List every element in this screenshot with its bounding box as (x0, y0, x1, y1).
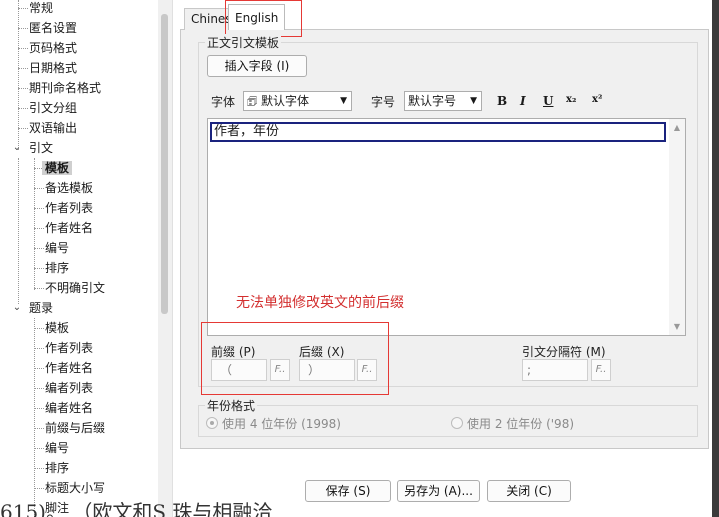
year-group-title: 年份格式 (205, 397, 258, 414)
tree-item-date-format[interactable]: 日期格式 (26, 58, 80, 78)
tree-item-citation-template[interactable]: 模板 (42, 158, 73, 178)
tree-item-bibliography[interactable]: 题录 (26, 298, 56, 318)
radio-2-digit-year[interactable] (451, 417, 463, 429)
tree-item-editor-name[interactable]: 编者姓名 (42, 398, 96, 418)
underline-button[interactable]: U (543, 94, 553, 108)
tree-item-journal-naming[interactable]: 期刊命名格式 (26, 78, 104, 98)
separator-input[interactable]: ; (522, 359, 588, 381)
tree-item-general[interactable]: 常规 (26, 0, 56, 18)
tree-item-title-case[interactable]: 标题大小写 (42, 478, 108, 498)
tree-item-citation[interactable]: 引文 (26, 138, 56, 158)
chevron-down-icon[interactable]: ⌄ (12, 302, 22, 313)
prefix-label: 前缀 (P) (211, 345, 256, 359)
font-icon: 🗊 (247, 95, 258, 108)
annotation-text: 无法单独修改英文的前后缀 (236, 295, 404, 311)
radio-2-digit-year-label: 使用 2 位年份 ('98) (467, 417, 575, 431)
separator-field-button[interactable]: F.. (591, 359, 611, 381)
tree-item-bib-author-list[interactable]: 作者列表 (42, 338, 96, 358)
window-edge (712, 0, 719, 517)
tree-item-bib-author-name[interactable]: 作者姓名 (42, 358, 96, 378)
tree-item-author-name[interactable]: 作者姓名 (42, 218, 96, 238)
subscript-button[interactable]: x₂ (566, 94, 576, 105)
size-select-value: 默认字号 (408, 94, 457, 108)
size-select[interactable]: 默认字号 ▼ (404, 91, 482, 111)
separator-label: 引文分隔符 (M) (522, 345, 606, 359)
bold-button[interactable]: B (497, 94, 507, 108)
superscript-button[interactable]: x² (592, 94, 602, 105)
suffix-input[interactable]: ） (299, 359, 355, 381)
suffix-label: 后缀 (X) (299, 345, 345, 359)
scroll-down-icon[interactable]: ▼ (669, 322, 685, 331)
radio-4-digit-year[interactable] (206, 417, 218, 429)
editor-text[interactable]: 作者，年份 (210, 122, 666, 142)
tree-item-alt-template[interactable]: 备选模板 (42, 178, 96, 198)
font-select[interactable]: 🗊 默认字体 ▼ (243, 91, 352, 111)
tree-line (34, 158, 35, 290)
tree-item-ambiguous[interactable]: 不明确引文 (42, 278, 108, 298)
background-document-text: 615)。 （欧文和S 珠与相融洽 (0, 500, 273, 517)
prefix-field-button[interactable]: F.. (270, 359, 290, 381)
tree-item-prefix-suffix[interactable]: 前缀与后缀 (42, 418, 108, 438)
radio-4-digit-year-label: 使用 4 位年份 (1998) (222, 417, 341, 431)
scroll-up-icon[interactable]: ▲ (669, 123, 685, 132)
tree-item-bilingual[interactable]: 双语输出 (26, 118, 80, 138)
tree-item-page-format[interactable]: 页码格式 (26, 38, 80, 58)
italic-button[interactable]: I (520, 94, 526, 108)
tree-scroll-thumb[interactable] (161, 14, 168, 314)
tree-item-citation-group[interactable]: 引文分组 (26, 98, 80, 118)
option-tree: 常规 匿名设置 页码格式 日期格式 期刊命名格式 引文分组 双语输出 ⌄ 引文 … (0, 0, 158, 517)
chevron-down-icon[interactable]: ⌄ (12, 142, 22, 153)
font-select-value: 默认字体 (261, 94, 310, 108)
tree-item-bib-numbering[interactable]: 编号 (42, 438, 72, 458)
chevron-down-icon: ▼ (340, 96, 347, 106)
tree-item-bib-template[interactable]: 模板 (42, 318, 72, 338)
template-group-title: 正文引文模板 (205, 34, 282, 51)
editor-scrollbar[interactable]: ▲ ▼ (669, 119, 685, 335)
annotation-box-tab (225, 0, 302, 37)
tree-item-anonymous[interactable]: 匿名设置 (26, 18, 80, 38)
tree-item-author-list[interactable]: 作者列表 (42, 198, 96, 218)
size-label: 字号 (371, 95, 396, 109)
tree-line (18, 158, 19, 304)
tree-item-sorting[interactable]: 排序 (42, 258, 72, 278)
suffix-field-button[interactable]: F.. (357, 359, 377, 381)
font-label: 字体 (211, 95, 236, 109)
tree-item-numbering[interactable]: 编号 (42, 238, 72, 258)
prefix-input[interactable]: （ (211, 359, 267, 381)
tree-scrollbar[interactable] (158, 0, 172, 517)
chevron-down-icon: ▼ (470, 96, 477, 106)
tree-item-bib-sorting[interactable]: 排序 (42, 458, 72, 478)
insert-field-button[interactable]: 插入字段 (I) (207, 55, 307, 77)
tree-item-editor-list[interactable]: 编者列表 (42, 378, 96, 398)
